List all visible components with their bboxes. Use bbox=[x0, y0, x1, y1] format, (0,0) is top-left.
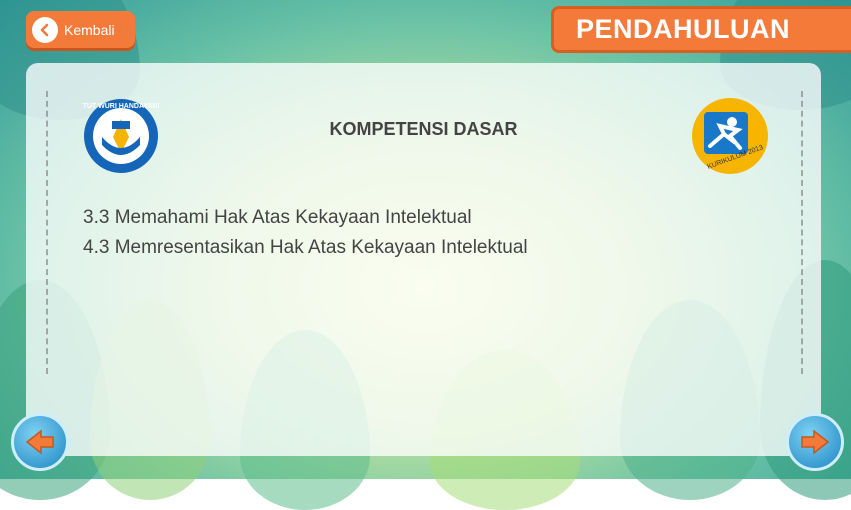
next-button[interactable] bbox=[786, 413, 844, 471]
page-title: PENDAHULUAN bbox=[576, 14, 790, 44]
kd-item-2: 4.3 Memresentasikan Hak Atas Kekayaan In… bbox=[83, 237, 528, 258]
chevron-left-icon bbox=[32, 16, 58, 43]
kd-item-1: 3.3 Memahami Hak Atas Kekayaan Intelektu… bbox=[83, 207, 472, 228]
page-title-banner: PENDAHULUAN bbox=[551, 6, 851, 53]
arrow-left-icon bbox=[25, 429, 54, 455]
prev-button[interactable] bbox=[11, 413, 69, 471]
logo-left-text: TUT WURI HANDAYANI bbox=[82, 103, 160, 110]
kurikulum-2013-logo: KURIKULUM 2013 bbox=[690, 96, 770, 176]
back-button-label: Kembali bbox=[64, 21, 115, 38]
arrow-right-icon bbox=[801, 429, 830, 455]
content-card: TUT WURI HANDAYANI KOMPETENSI DASAR KURI… bbox=[26, 63, 821, 456]
back-button[interactable]: Kembali bbox=[26, 11, 135, 48]
